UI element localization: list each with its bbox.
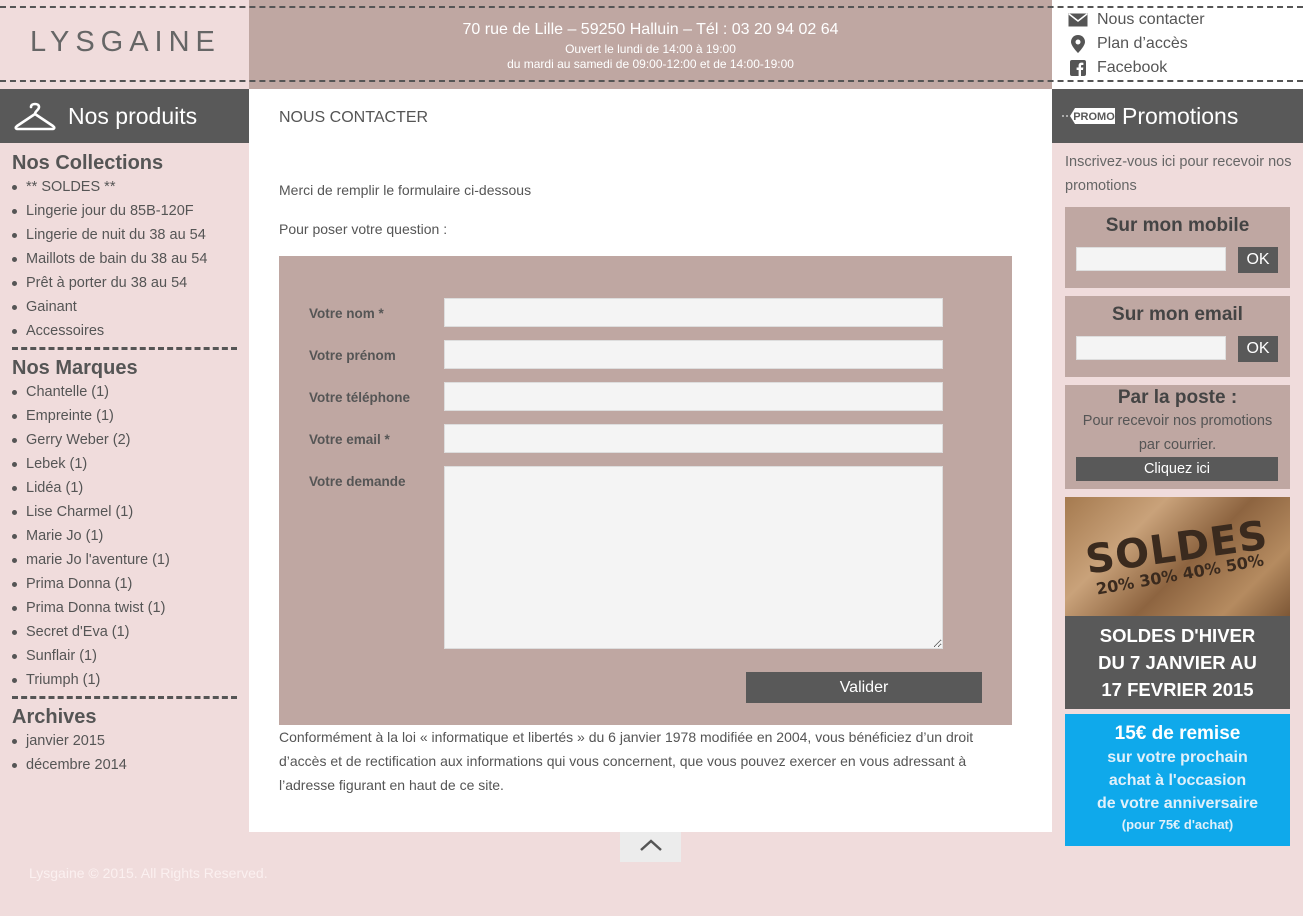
- hanger-icon: [14, 100, 56, 132]
- site-logo[interactable]: LYSGAINE: [30, 26, 221, 59]
- submit-button[interactable]: Valider: [746, 672, 982, 703]
- soldes-banner-line: DU 7 JANVIER AU: [1098, 652, 1257, 673]
- map-link[interactable]: Plan d’accès: [1068, 32, 1205, 56]
- demande-field[interactable]: [444, 466, 943, 649]
- sidebar: Nos Collections ** SOLDES ** Lingerie jo…: [0, 143, 249, 777]
- map-pin-icon: [1068, 35, 1088, 53]
- archive-item[interactable]: janvier 2015: [12, 729, 237, 753]
- promo-tag-icon: PROMO: [1062, 104, 1116, 128]
- collection-item[interactable]: Accessoires: [12, 319, 237, 343]
- collection-item[interactable]: Lingerie jour du 85B-120F: [12, 199, 237, 223]
- brand-item[interactable]: Chantelle (1): [12, 380, 237, 404]
- archives-list: janvier 2015 décembre 2014: [12, 729, 237, 777]
- svg-text:PROMO: PROMO: [1073, 111, 1115, 123]
- legal-notice: Conformément à la loi « informatique et …: [279, 729, 974, 793]
- email-signup-title: Sur mon email: [1112, 304, 1243, 325]
- brand-item[interactable]: Empreinte (1): [12, 404, 237, 428]
- contact-form: Votre nom * Votre prénom Votre téléphone…: [279, 256, 1012, 725]
- mobile-signup-title: Sur mon mobile: [1105, 215, 1250, 236]
- promotions-title: Promotions: [1122, 102, 1239, 129]
- email-signup-box: Sur mon email OK: [1065, 296, 1290, 377]
- soldes-banner-line: SOLDES D'HIVER: [1099, 625, 1256, 646]
- archives-title: Archives: [12, 706, 97, 728]
- telephone-field[interactable]: [444, 382, 943, 411]
- collection-item[interactable]: Lingerie de nuit du 38 au 54: [12, 223, 237, 247]
- brands-list: Chantelle (1) Empreinte (1) Gerry Weber …: [12, 380, 237, 692]
- mail-signup-title: Par la poste :: [1117, 387, 1238, 408]
- facebook-icon: [1068, 59, 1088, 77]
- facebook-link-label: Facebook: [1097, 59, 1168, 76]
- brand-item[interactable]: marie Jo l'aventure (1): [12, 548, 237, 572]
- email-label: Votre email *: [309, 432, 390, 447]
- birthday-discount-text: achat à l'occasion: [1108, 772, 1247, 789]
- collection-item[interactable]: ** SOLDES **: [12, 175, 237, 199]
- collection-item[interactable]: Gainant: [12, 295, 237, 319]
- brand-item[interactable]: Triumph (1): [12, 668, 237, 692]
- header-dashed-line-bottom: [0, 80, 1303, 82]
- sidebar-divider: [12, 347, 237, 350]
- store-address: 70 rue de Lille – 59250 Halluin – Tél : …: [462, 21, 839, 38]
- birthday-discount-text: sur votre prochain: [1107, 749, 1248, 766]
- birthday-discount-text: de votre anniversaire: [1097, 795, 1258, 812]
- brand-item[interactable]: Lidéa (1): [12, 476, 237, 500]
- promotions-header: PROMO Promotions: [1052, 89, 1303, 143]
- sidebar-divider: [12, 696, 237, 699]
- brand-item[interactable]: Gerry Weber (2): [12, 428, 237, 452]
- email-ok-button[interactable]: OK: [1238, 336, 1278, 362]
- facebook-link[interactable]: Facebook: [1068, 56, 1205, 80]
- brand-item[interactable]: Lebek (1): [12, 452, 237, 476]
- soldes-banner-line: 17 FEVRIER 2015: [1101, 679, 1254, 700]
- collections-list: ** SOLDES ** Lingerie jour du 85B-120F L…: [12, 175, 237, 343]
- prenom-field[interactable]: [444, 340, 943, 369]
- back-to-top-button[interactable]: [620, 832, 681, 862]
- contact-link-label: Nous contacter: [1097, 11, 1205, 28]
- birthday-discount-amount: 15€ de remise: [1114, 723, 1241, 744]
- brands-title: Nos Marques: [12, 357, 138, 379]
- products-header: Nos produits: [0, 89, 249, 143]
- mobile-ok-button[interactable]: OK: [1238, 247, 1278, 273]
- mail-signup-text: Pour recevoir nos promotions par courrie…: [1082, 413, 1273, 453]
- header-links: Nous contacter Plan d’accès Facebook: [1068, 8, 1205, 80]
- question-label: Pour poser votre question :: [279, 221, 448, 237]
- collections-title: Nos Collections: [12, 152, 164, 174]
- archive-item[interactable]: décembre 2014: [12, 753, 237, 777]
- brand-item[interactable]: Prima Donna twist (1): [12, 596, 237, 620]
- contact-link[interactable]: Nous contacter: [1068, 8, 1205, 32]
- collection-item[interactable]: Maillots de bain du 38 au 54: [12, 247, 237, 271]
- demande-label: Votre demande: [309, 474, 406, 489]
- prenom-label: Votre prénom: [309, 348, 396, 363]
- collection-item[interactable]: Prêt à porter du 38 au 54: [12, 271, 237, 295]
- birthday-discount-banner[interactable]: 15€ de remise sur votre prochain achat à…: [1065, 714, 1290, 846]
- mail-signup-box: Par la poste : Pour recevoir nos promoti…: [1065, 385, 1290, 489]
- email-field[interactable]: [444, 424, 943, 453]
- products-title: Nos produits: [68, 102, 198, 129]
- brand-item[interactable]: Marie Jo (1): [12, 524, 237, 548]
- copyright: Lysgaine © 2015. All Rights Reserved.: [29, 865, 268, 881]
- promotions-intro: Inscrivez-vous ici pour recevoir nos pro…: [1065, 154, 1292, 194]
- map-link-label: Plan d’accès: [1097, 35, 1188, 52]
- page-title: NOUS CONTACTER: [279, 109, 429, 126]
- store-hours-monday: Ouvert le lundi de 14:00 à 19:00: [565, 42, 736, 56]
- brand-item[interactable]: Lise Charmel (1): [12, 500, 237, 524]
- soldes-promo-image[interactable]: SOLDES 20% 30% 40% 50%: [1065, 497, 1290, 616]
- mobile-input[interactable]: [1076, 247, 1226, 271]
- soldes-banner[interactable]: SOLDES D'HIVER DU 7 JANVIER AU 17 FEVRIE…: [1065, 616, 1290, 709]
- brand-item[interactable]: Prima Donna (1): [12, 572, 237, 596]
- brand-item[interactable]: Secret d'Eva (1): [12, 620, 237, 644]
- nom-label: Votre nom *: [309, 306, 384, 321]
- brand-item[interactable]: Sunflair (1): [12, 644, 237, 668]
- envelope-icon: [1068, 11, 1088, 29]
- mobile-signup-box: Sur mon mobile OK: [1065, 207, 1290, 288]
- telephone-label: Votre téléphone: [309, 390, 411, 405]
- store-hours-week: du mardi au samedi de 09:00-12:00 et de …: [507, 57, 794, 71]
- mail-signup-button[interactable]: Cliquez ici: [1076, 457, 1278, 481]
- form-intro: Merci de remplir le formulaire ci-dessou…: [279, 182, 532, 198]
- chevron-up-icon: [639, 838, 663, 857]
- email-promo-input[interactable]: [1076, 336, 1226, 360]
- main-content: NOUS CONTACTER Merci de remplir le formu…: [249, 89, 1052, 832]
- nom-field[interactable]: [444, 298, 943, 327]
- birthday-discount-condition: (pour 75€ d'achat): [1121, 817, 1234, 832]
